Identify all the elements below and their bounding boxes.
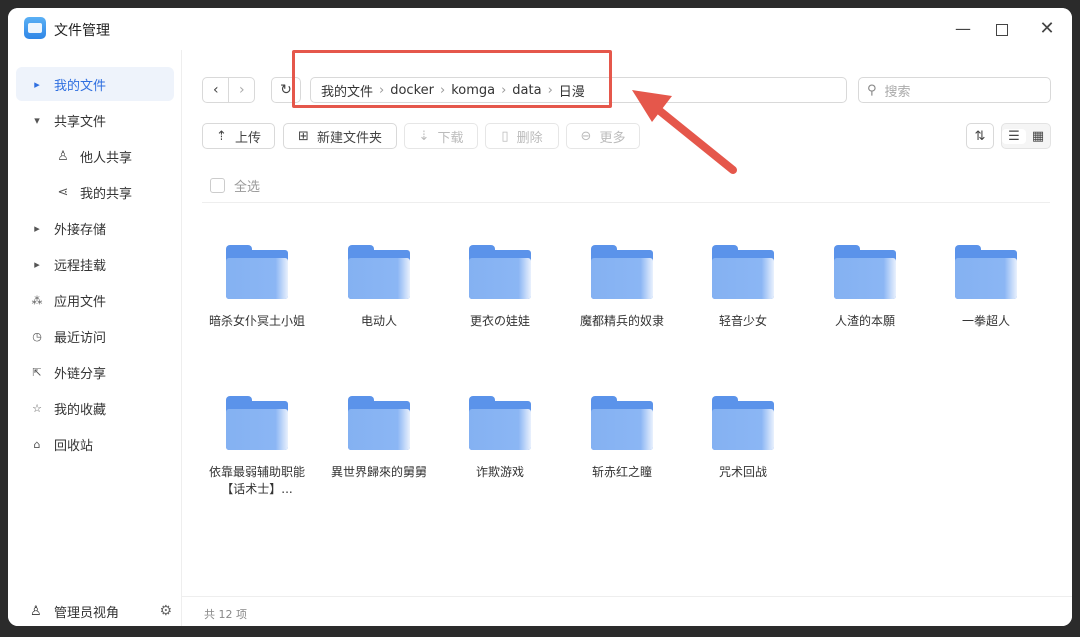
annotation-arrow-icon [632, 90, 737, 174]
